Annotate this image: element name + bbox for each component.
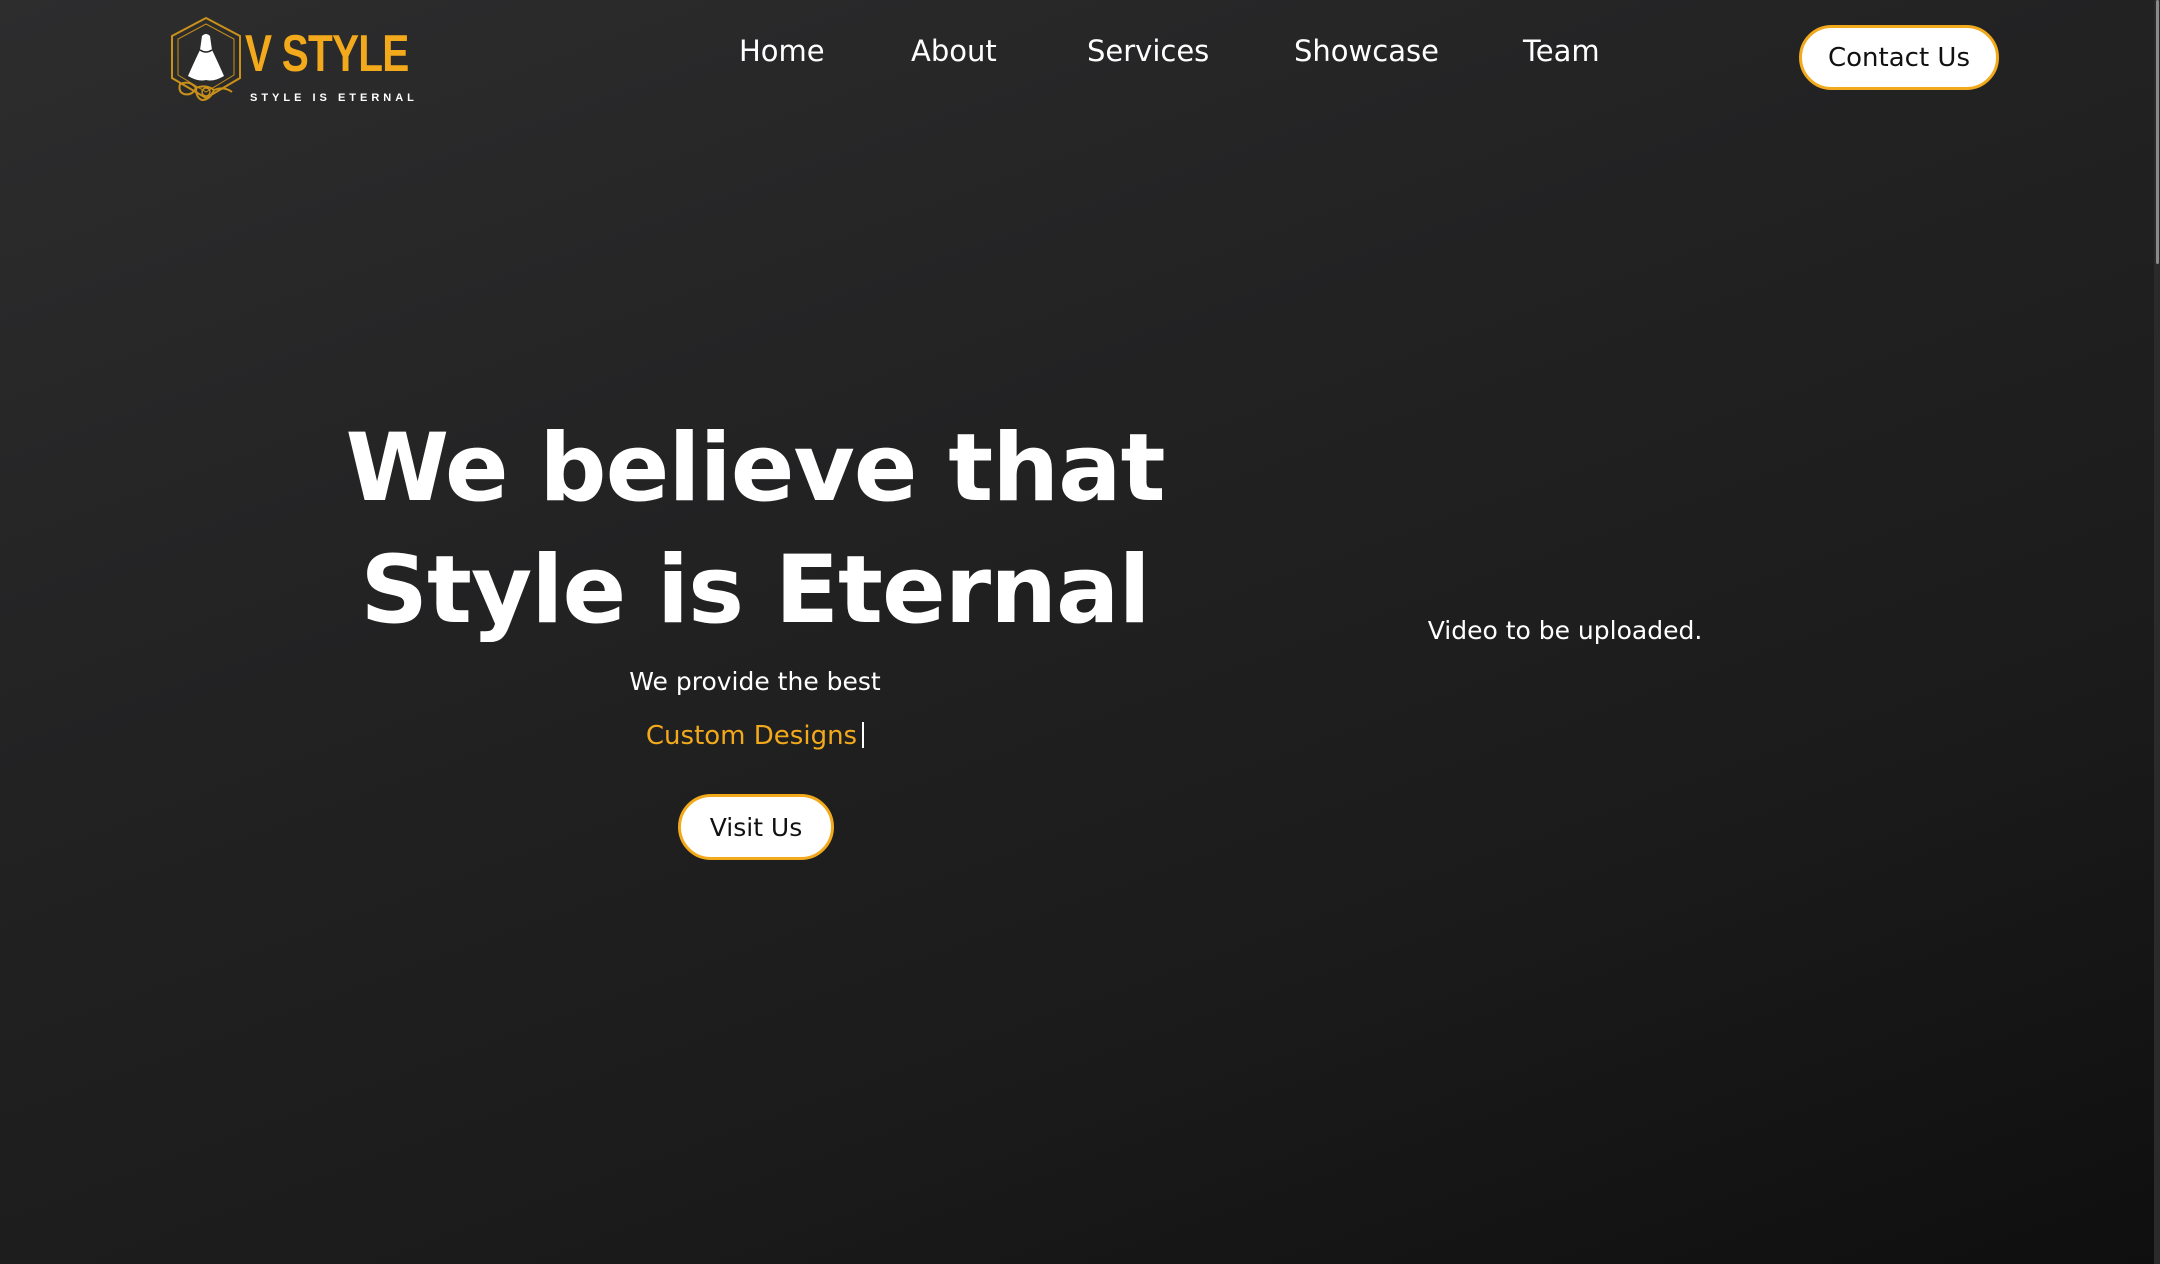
video-placeholder: Video to be uploaded.	[1330, 460, 1800, 800]
hero-subtitle: We provide the best	[629, 667, 881, 696]
page: V STYLE STYLE IS ETERNAL Home About Serv…	[0, 0, 2154, 1264]
nav-item-about[interactable]: About	[911, 34, 997, 68]
contact-us-button[interactable]: Contact Us	[1799, 25, 1999, 90]
brand-tagline: STYLE IS ETERNAL	[250, 92, 418, 104]
dress-hexagon-logo-icon	[171, 16, 241, 102]
hero-title: We believe that Style is Eternal	[330, 408, 1180, 652]
hero-title-line-1: We believe that	[345, 414, 1165, 523]
hero-typed-line: Custom Designs	[455, 721, 1055, 751]
nav-item-services[interactable]: Services	[1087, 34, 1209, 68]
nav-item-home[interactable]: Home	[739, 34, 825, 68]
nav-item-team[interactable]: Team	[1523, 34, 1600, 68]
brand-logo[interactable]: V STYLE STYLE IS ETERNAL	[166, 14, 414, 110]
visit-us-button[interactable]: Visit Us	[678, 794, 834, 860]
nav-item-showcase[interactable]: Showcase	[1294, 34, 1439, 68]
hero-typed-text: Custom Designs	[645, 721, 858, 751]
typing-caret	[862, 722, 865, 748]
hero-title-line-2: Style is Eternal	[360, 536, 1150, 645]
page-scrollbar[interactable]	[2154, 0, 2160, 1264]
video-placeholder-text: Video to be uploaded.	[1427, 615, 1703, 645]
scrollbar-thumb[interactable]	[2156, 0, 2159, 264]
brand-name: V STYLE	[245, 25, 409, 83]
